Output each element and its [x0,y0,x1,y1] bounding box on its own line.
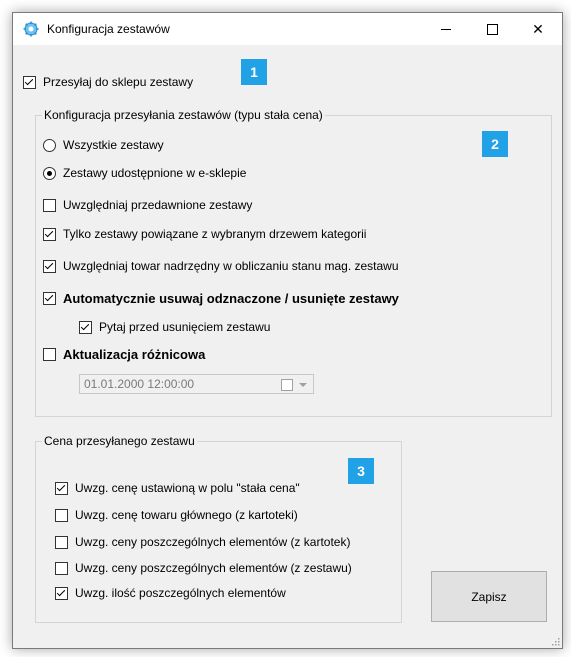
title-bar: Konfiguracja zestawów ✕ [13,13,562,45]
date-picker: 01.01.2000 12:00:00 [79,374,314,394]
fixed-price-checkbox[interactable]: Uwzg. cenę ustawioną w polu "stała cena" [55,481,300,495]
save-button[interactable]: Zapisz [431,571,547,622]
main-item-price-checkbox[interactable]: Uwzg. cenę towaru głównego (z kartoteki) [55,508,298,522]
parent-item-checkbox[interactable]: Uwzględniaj towar nadrzędny w obliczaniu… [43,259,399,273]
checkbox-box[interactable] [43,292,56,305]
category-tree-checkbox[interactable]: Tylko zestawy powiązane z wybranym drzew… [43,227,366,241]
checkbox-box[interactable] [79,320,92,334]
close-button[interactable]: ✕ [515,13,561,45]
expired-sets-label: Uwzględniaj przedawnione zestawy [63,198,253,212]
badge-1: 1 [241,59,267,85]
checkbox-box[interactable] [43,198,56,212]
checkbox-box[interactable] [55,586,68,600]
diff-update-checkbox[interactable]: Aktualizacja różnicowa [43,347,205,362]
date-value: 01.01.2000 12:00:00 [84,377,195,391]
minimize-icon [441,28,451,30]
element-prices-set-label: Uwzg. ceny poszczególnych elementów (z z… [75,561,352,575]
config-window: Konfiguracja zestawów ✕ Przesyłaj do skl… [12,12,563,649]
fixed-price-label: Uwzg. cenę ustawioną w polu "stała cena" [75,481,300,495]
badge-2: 2 [482,131,508,157]
close-icon: ✕ [532,20,544,37]
element-prices-cards-label: Uwzg. ceny poszczególnych elementów (z k… [75,535,351,549]
price-group-legend: Cena przesyłanego zestawu [42,434,197,448]
category-tree-label: Tylko zestawy powiązane z wybranym drzew… [63,227,367,241]
radio-shared-label: Zestawy udostępnione w e-sklepie [63,166,247,180]
checkbox-box[interactable] [55,535,68,549]
radio-shared-sets[interactable]: Zestawy udostępnione w e-sklepie [43,166,246,180]
calendar-icon [281,379,293,391]
checkbox-box[interactable] [43,348,56,361]
gear-app-icon [23,21,39,37]
maximize-button[interactable] [469,13,515,45]
badge-3: 3 [348,458,374,484]
element-quantity-checkbox[interactable]: Uwzg. ilość poszczególnych elementów [55,586,286,600]
radio-all-label: Wszystkie zestawy [63,138,164,152]
resize-grip-icon[interactable] [550,636,560,646]
ask-before-delete-label: Pytaj przed usunięciem zestawu [99,320,271,334]
checkbox-box[interactable] [55,481,68,495]
element-prices-set-checkbox[interactable]: Uwzg. ceny poszczególnych elementów (z z… [55,561,352,575]
ask-before-delete-checkbox[interactable]: Pytaj przed usunięciem zestawu [79,320,270,334]
auto-delete-checkbox[interactable]: Automatycznie usuwaj odznaczone / usunię… [43,291,399,306]
checkbox-box[interactable] [43,259,56,273]
main-item-price-label: Uwzg. cenę towaru głównego (z kartoteki) [75,508,298,522]
auto-delete-label: Automatycznie usuwaj odznaczone / usunię… [63,291,399,306]
window-title: Konfiguracja zestawów [47,22,170,36]
maximize-icon [486,23,498,35]
radio-button[interactable] [43,166,56,180]
radio-all-sets[interactable]: Wszystkie zestawy [43,138,164,152]
checkbox-box[interactable] [23,75,36,89]
diff-update-label: Aktualizacja różnicowa [63,347,206,362]
checkbox-box[interactable] [43,227,56,241]
config-group-legend: Konfiguracja przesyłania zestawów (typu … [42,108,325,122]
checkbox-box[interactable] [55,561,68,575]
element-quantity-label: Uwzg. ilość poszczególnych elementów [75,586,286,600]
element-prices-cards-checkbox[interactable]: Uwzg. ceny poszczególnych elementów (z k… [55,535,350,549]
parent-item-label: Uwzględniaj towar nadrzędny w obliczaniu… [63,259,399,273]
expired-sets-checkbox[interactable]: Uwzględniaj przedawnione zestawy [43,198,252,212]
send-sets-checkbox[interactable]: Przesyłaj do sklepu zestawy [23,75,193,89]
minimize-button[interactable] [423,13,469,45]
checkbox-box[interactable] [55,508,68,522]
send-sets-label: Przesyłaj do sklepu zestawy [43,75,194,89]
chevron-down-icon [299,383,307,387]
radio-button[interactable] [43,138,56,152]
